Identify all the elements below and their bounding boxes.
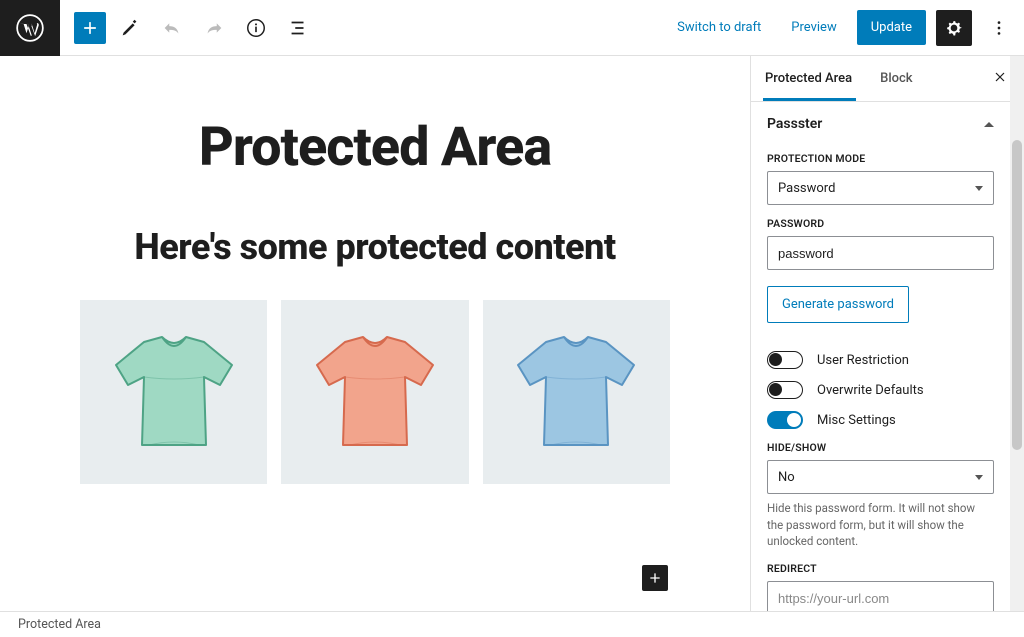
add-block-inline-button[interactable] xyxy=(642,565,668,591)
info-icon xyxy=(245,17,267,39)
list-icon xyxy=(287,17,309,39)
tshirt-icon xyxy=(506,327,646,457)
editor-body: Protected Area Here's some protected con… xyxy=(0,56,1024,611)
panel-title: Passster xyxy=(767,116,822,132)
tools-button[interactable] xyxy=(112,10,148,46)
pencil-icon xyxy=(119,17,141,39)
sidebar-tabs: Protected Area Block xyxy=(751,56,1024,102)
chevron-down-icon xyxy=(975,475,983,480)
gear-icon xyxy=(944,18,964,38)
redirect-label: REDIRECT xyxy=(767,562,994,575)
plus-icon xyxy=(80,18,100,38)
undo-button[interactable] xyxy=(154,10,190,46)
wordpress-icon xyxy=(16,14,44,42)
editor-footer: Protected Area xyxy=(0,611,1024,637)
tshirt-cell[interactable] xyxy=(80,300,267,484)
editor-topbar: Switch to draft Preview Update xyxy=(0,0,1024,56)
hide-show-help: Hide this password form. It will not sho… xyxy=(767,500,994,550)
scrollbar-track[interactable] xyxy=(1010,56,1024,611)
chevron-down-icon xyxy=(975,186,983,191)
add-block-button[interactable] xyxy=(74,12,106,44)
tshirt-row xyxy=(80,300,670,484)
plus-icon xyxy=(647,570,663,586)
toggle-overwrite-defaults: Overwrite Defaults xyxy=(767,381,994,399)
undo-icon xyxy=(161,17,183,39)
switch-to-draft-button[interactable]: Switch to draft xyxy=(667,12,771,43)
dots-vertical-icon xyxy=(989,18,1009,38)
scrollbar-thumb[interactable] xyxy=(1012,140,1022,450)
hide-show-label: HIDE/SHOW xyxy=(767,441,994,454)
hide-show-value: No xyxy=(778,470,795,485)
panel-passster-header[interactable]: Passster xyxy=(767,102,994,146)
wordpress-logo[interactable] xyxy=(0,0,60,56)
toggle-overwrite-defaults-label: Overwrite Defaults xyxy=(817,383,924,398)
toolbar-right-group: Switch to draft Preview Update xyxy=(667,10,1016,46)
toggle-user-restriction: User Restriction xyxy=(767,351,994,369)
settings-button[interactable] xyxy=(936,10,972,46)
preview-button[interactable]: Preview xyxy=(781,12,846,43)
protection-mode-select[interactable]: Password xyxy=(767,171,994,205)
inspector-sidebar: Protected Area Block Passster PROTECTION… xyxy=(750,56,1024,611)
breadcrumb[interactable]: Protected Area xyxy=(18,617,101,632)
toggle-misc-settings: Misc Settings xyxy=(767,411,994,429)
toggle-misc-settings-label: Misc Settings xyxy=(817,413,896,428)
info-button[interactable] xyxy=(238,10,274,46)
tshirt-cell[interactable] xyxy=(281,300,468,484)
update-button[interactable]: Update xyxy=(857,10,926,45)
redo-button[interactable] xyxy=(196,10,232,46)
outline-button[interactable] xyxy=(280,10,316,46)
tshirt-icon xyxy=(305,327,445,457)
tab-block[interactable]: Block xyxy=(866,57,926,100)
hide-show-select[interactable]: No xyxy=(767,460,994,494)
toggle-misc-settings-switch[interactable] xyxy=(767,411,803,429)
redirect-input[interactable] xyxy=(767,581,994,611)
protection-mode-label: PROTECTION MODE xyxy=(767,152,994,165)
tshirt-icon xyxy=(104,327,244,457)
page-title[interactable]: Protected Area xyxy=(80,116,670,179)
toolbar-left-group xyxy=(60,10,316,46)
toggle-user-restriction-label: User Restriction xyxy=(817,353,909,368)
password-input[interactable] xyxy=(767,236,994,270)
page-subtitle[interactable]: Here's some protected content xyxy=(80,225,670,270)
chevron-up-icon xyxy=(984,122,994,127)
tshirt-cell[interactable] xyxy=(483,300,670,484)
editor-canvas[interactable]: Protected Area Here's some protected con… xyxy=(0,56,750,611)
toggle-overwrite-defaults-switch[interactable] xyxy=(767,381,803,399)
tab-protected-area[interactable]: Protected Area xyxy=(751,57,866,100)
protection-mode-value: Password xyxy=(778,181,835,196)
generate-password-button[interactable]: Generate password xyxy=(767,286,909,323)
more-options-button[interactable] xyxy=(982,11,1016,45)
password-label: PASSWORD xyxy=(767,217,994,230)
sidebar-content: Passster PROTECTION MODE Password PASSWO… xyxy=(751,102,1010,611)
redo-icon xyxy=(203,17,225,39)
close-icon xyxy=(992,69,1008,85)
toggle-user-restriction-switch[interactable] xyxy=(767,351,803,369)
